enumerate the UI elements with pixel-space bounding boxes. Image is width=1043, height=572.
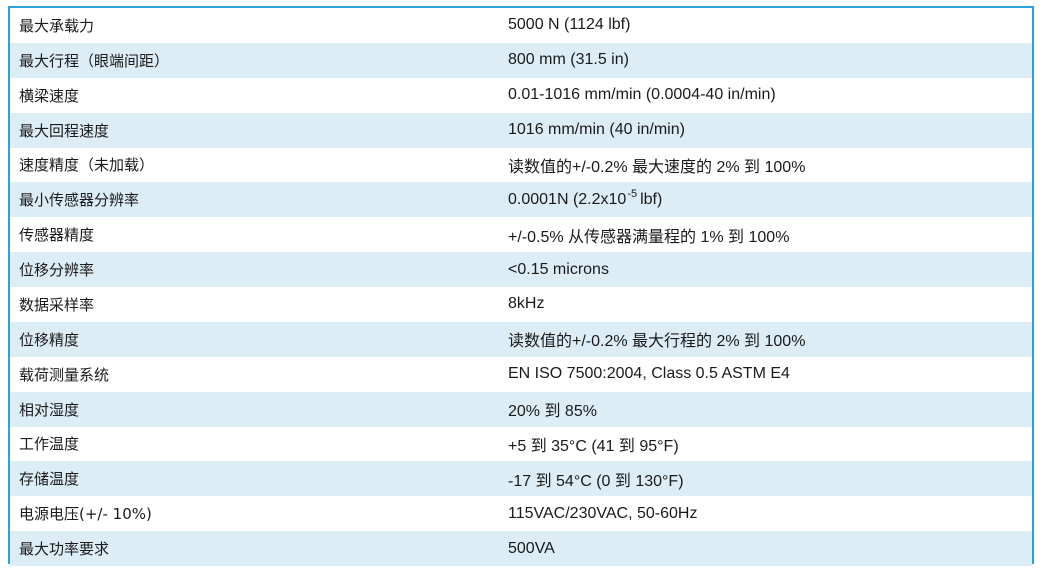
spec-value: 800 mm (31.5 in) bbox=[508, 51, 629, 69]
spec-value: 500VA bbox=[508, 539, 555, 557]
spec-label: 存储温度 bbox=[19, 470, 80, 489]
spec-value-exponent: -5 bbox=[627, 187, 638, 200]
spec-value-composite: 0.0001N (2.2x10-5 lbf) bbox=[500, 187, 1032, 209]
spec-label: 最大承载力 bbox=[19, 16, 95, 35]
spec-label: 最大行程（眼端间距） bbox=[19, 51, 170, 70]
spec-label: 工作温度 bbox=[19, 435, 80, 454]
spec-value: 读数值的+/-0.2% 最大行程的 2% 到 100% bbox=[508, 333, 806, 351]
spec-row-sensor-accuracy: 传感器精度 +/-0.5% 从传感器满量程的 1% 到 100% bbox=[10, 217, 1032, 252]
spec-value: 0.01-1016 mm/min (0.0004-40 in/min) bbox=[508, 86, 776, 104]
spec-label: 位移精度 bbox=[19, 330, 80, 349]
spec-row-min-sensor-resolution: 最小传感器分辨率 0.0001N (2.2x10-5 lbf) bbox=[10, 182, 1032, 218]
spec-value: 0.0001N (2.2x10 bbox=[508, 190, 627, 208]
spec-value: 读数值的+/-0.2% 最大速度的 2% 到 100% bbox=[508, 158, 806, 176]
spec-label: 位移分辨率 bbox=[19, 261, 95, 280]
spec-row-storage-temperature: 存储温度 -17 到 54°C (0 到 130°F) bbox=[10, 461, 1032, 497]
spec-label: 载荷测量系统 bbox=[19, 365, 110, 384]
spec-row-max-travel: 最大行程（眼端间距） 800 mm (31.5 in) bbox=[10, 42, 1032, 78]
spec-row-load-measurement: 载荷测量系统 EN ISO 7500:2004, Class 0.5 ASTM … bbox=[10, 357, 1032, 392]
spec-value: -17 到 54°C (0 到 130°F) bbox=[508, 472, 684, 490]
spec-row-max-load: 最大承载力 5000 N (1124 lbf) bbox=[10, 8, 1032, 43]
spec-label: 速度精度（未加载） bbox=[19, 156, 155, 175]
spec-row-operating-temperature: 工作温度 +5 到 35°C (41 到 95°F) bbox=[10, 427, 1032, 462]
spec-row-max-return-speed: 最大回程速度 1016 mm/min (40 in/min) bbox=[10, 112, 1032, 148]
spec-row-displacement-resolution: 位移分辨率 <0.15 microns bbox=[10, 252, 1032, 287]
spec-row-supply-voltage: 电源电压(+/- 10%) 115VAC/230VAC, 50-60Hz bbox=[10, 496, 1032, 531]
spec-value: +5 到 35°C (41 到 95°F) bbox=[508, 437, 679, 455]
spec-table: 最大承载力 5000 N (1124 lbf) 最大行程（眼端间距） 800 m… bbox=[8, 6, 1034, 566]
spec-value: EN ISO 7500:2004, Class 0.5 ASTM E4 bbox=[508, 365, 790, 383]
spec-label: 数据采样率 bbox=[19, 295, 95, 314]
spec-label: 传感器精度 bbox=[19, 226, 95, 245]
spec-value: 20% 到 85% bbox=[508, 403, 597, 421]
spec-value: 1016 mm/min (40 in/min) bbox=[508, 121, 685, 139]
spec-row-crosshead-speed: 横梁速度 0.01-1016 mm/min (0.0004-40 in/min) bbox=[10, 78, 1032, 113]
spec-label: 最大回程速度 bbox=[19, 121, 110, 140]
spec-label: 最小传感器分辨率 bbox=[19, 191, 140, 210]
spec-value: +/-0.5% 从传感器满量程的 1% 到 100% bbox=[508, 228, 790, 246]
spec-row-sampling-rate: 数据采样率 8kHz bbox=[10, 287, 1032, 322]
spec-label: 横梁速度 bbox=[19, 86, 80, 105]
spec-value: 5000 N (1124 lbf) bbox=[508, 16, 631, 34]
spec-value: 115VAC/230VAC, 50-60Hz bbox=[508, 504, 698, 522]
spec-label: 最大功率要求 bbox=[19, 540, 110, 559]
spec-row-displacement-accuracy: 位移精度 读数值的+/-0.2% 最大行程的 2% 到 100% bbox=[10, 321, 1032, 357]
spec-row-max-power: 最大功率要求 500VA bbox=[10, 531, 1032, 566]
spec-label: 电源电压(+/- 10%) bbox=[19, 505, 152, 524]
spec-row-relative-humidity: 相对湿度 20% 到 85% bbox=[10, 391, 1032, 427]
spec-value-suffix: lbf) bbox=[640, 190, 663, 208]
spec-label: 相对湿度 bbox=[19, 400, 80, 419]
spec-value: 8kHz bbox=[508, 295, 545, 313]
spec-row-speed-accuracy: 速度精度（未加载） 读数值的+/-0.2% 最大速度的 2% 到 100% bbox=[10, 148, 1032, 183]
spec-value: <0.15 microns bbox=[508, 260, 609, 278]
